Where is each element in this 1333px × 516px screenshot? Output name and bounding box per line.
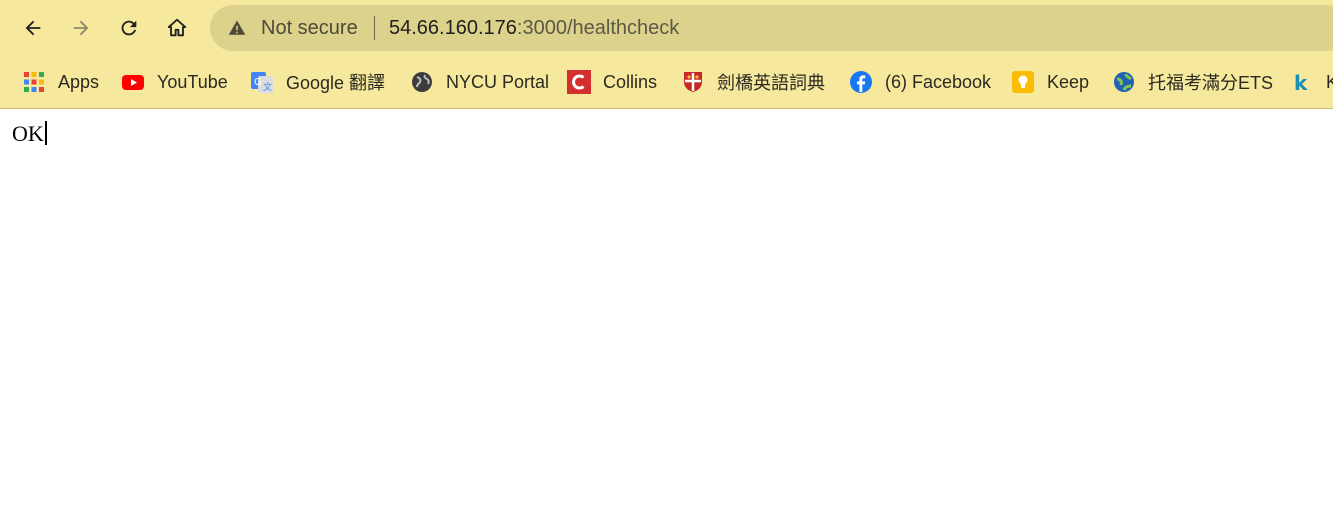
forward-button[interactable]: [63, 10, 99, 46]
bookmark-ets[interactable]: 托福考滿分ETS: [1112, 56, 1273, 108]
globe-icon: [410, 70, 434, 94]
bookmark-apps[interactable]: Apps: [22, 56, 99, 108]
keep-icon: [1011, 70, 1035, 94]
arrow-left-icon: [25, 20, 41, 36]
bookmark-k[interactable]: k K: [1290, 56, 1333, 108]
browser-toolbar: Not secure 54.66.160.176:3000/healthchec…: [0, 0, 1333, 56]
cambridge-shield-icon: [681, 70, 705, 94]
bookmark-google-translate[interactable]: G文 Google 翻譯: [250, 56, 385, 108]
bookmark-label: Keep: [1047, 71, 1090, 92]
bookmark-label: YouTube: [157, 71, 228, 92]
bookmark-collins[interactable]: Collins: [567, 56, 657, 108]
k-icon: k: [1290, 70, 1314, 95]
bookmark-label: 劍橋英語詞典: [717, 73, 825, 93]
svg-text:G: G: [254, 77, 262, 88]
home-button[interactable]: [159, 10, 195, 46]
text-caret: [44, 121, 47, 145]
svg-text:文: 文: [263, 81, 272, 93]
bookmark-label: K: [1326, 72, 1333, 93]
bookmark-label: 托福考滿分ETS: [1148, 73, 1274, 93]
arrow-right-icon: [73, 20, 89, 36]
bookmarks-bar: Apps YouTube G文 Google 翻譯 NYCU Portal Co…: [0, 56, 1333, 109]
reload-button[interactable]: [111, 10, 147, 46]
warning-triangle-icon[interactable]: [228, 19, 246, 37]
bookmark-label: (6) Facebook: [885, 71, 992, 92]
ets-globe-icon: [1112, 70, 1136, 94]
bookmark-facebook[interactable]: (6) Facebook: [849, 56, 991, 108]
bookmark-keep[interactable]: Keep: [1011, 56, 1089, 108]
page-body: OK: [12, 121, 47, 147]
bookmark-youtube[interactable]: YouTube: [121, 56, 228, 108]
url-path: :3000/healthcheck: [516, 17, 680, 39]
svg-text:k: k: [1294, 71, 1308, 94]
bookmark-label: Google 翻譯: [286, 73, 386, 93]
facebook-icon: [849, 70, 873, 94]
url-host: 54.66.160.176: [389, 17, 517, 39]
apps-grid-icon: [22, 70, 46, 94]
reload-icon: [121, 20, 137, 36]
youtube-icon: [121, 70, 145, 94]
bookmark-label: Collins: [603, 71, 658, 92]
omnibox-separator: [374, 16, 375, 40]
security-status-label[interactable]: Not secure: [261, 17, 358, 40]
url-text[interactable]: 54.66.160.176:3000/healthcheck: [389, 17, 679, 40]
home-icon: [167, 18, 187, 37]
back-button[interactable]: [15, 10, 51, 46]
collins-icon: [567, 70, 591, 94]
bookmark-nycu-portal[interactable]: NYCU Portal: [410, 56, 549, 108]
bookmark-cambridge[interactable]: 劍橋英語詞典: [681, 56, 825, 108]
google-translate-icon: G文: [250, 70, 274, 94]
page-text: OK: [12, 121, 44, 146]
bookmark-label: Apps: [58, 71, 100, 92]
address-bar[interactable]: Not secure 54.66.160.176:3000/healthchec…: [210, 5, 1333, 51]
bookmark-label: NYCU Portal: [446, 71, 550, 92]
